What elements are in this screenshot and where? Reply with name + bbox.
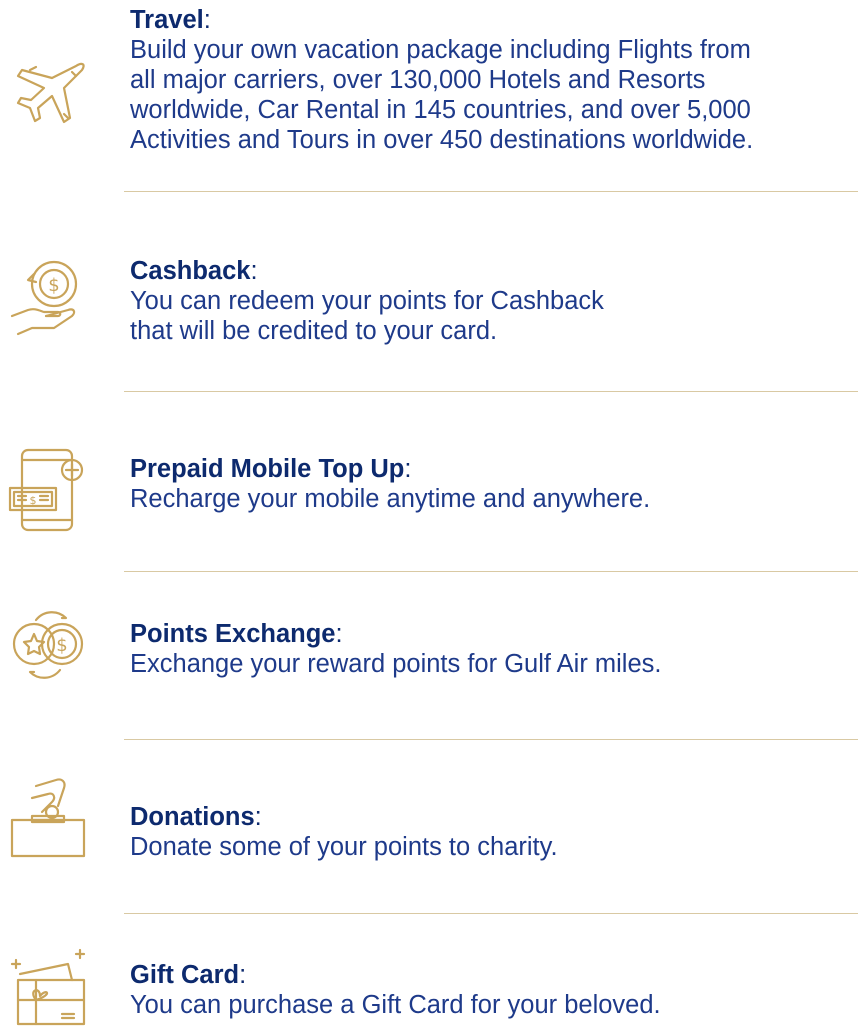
item-description-line: Exchange your reward points for Gulf Air…: [130, 650, 662, 678]
svg-text:$: $: [30, 494, 37, 507]
item-description-line: You can redeem your points for Cashback: [130, 287, 604, 315]
item-title: Cashback: [130, 257, 251, 285]
item-description-line: worldwide, Car Rental in 145 countries, …: [130, 96, 751, 124]
item-description-line: Build your own vacation package includin…: [130, 36, 751, 64]
divider: [124, 191, 858, 192]
item-title: Gift Card: [130, 961, 240, 989]
title-colon: :: [250, 257, 258, 285]
divider: [124, 391, 858, 392]
divider: [124, 739, 858, 740]
item-title: Donations: [130, 803, 255, 831]
svg-text:$: $: [48, 275, 59, 296]
points-exchange-icon: $: [6, 604, 90, 688]
item-title: Travel: [130, 6, 204, 34]
title-colon: :: [203, 6, 211, 34]
title-colon: :: [404, 455, 412, 483]
title-colon: :: [254, 803, 262, 831]
divider: [124, 913, 858, 914]
svg-text:$: $: [56, 635, 67, 656]
divider: [124, 571, 858, 572]
airplane-icon: [6, 52, 90, 136]
item-description-line: You can purchase a Gift Card for your be…: [130, 991, 661, 1019]
donation-box-icon: [6, 776, 90, 860]
item-title: Prepaid Mobile Top Up: [130, 455, 405, 483]
mobile-topup-icon: $: [6, 448, 90, 532]
gift-card-icon: [6, 944, 90, 1028]
item-description-line: Recharge your mobile anytime and anywher…: [130, 485, 651, 513]
item-description-line: Donate some of your points to charity.: [130, 833, 558, 861]
item-title: Points Exchange: [130, 620, 336, 648]
item-description-line: Activities and Tours in over 450 destina…: [130, 126, 754, 154]
cashback-hand-icon: $: [6, 254, 90, 338]
item-description-line: all major carriers, over 130,000 Hotels …: [130, 66, 706, 94]
title-colon: :: [335, 620, 343, 648]
title-colon: :: [239, 961, 247, 989]
item-description-line: that will be credited to your card.: [130, 317, 498, 345]
